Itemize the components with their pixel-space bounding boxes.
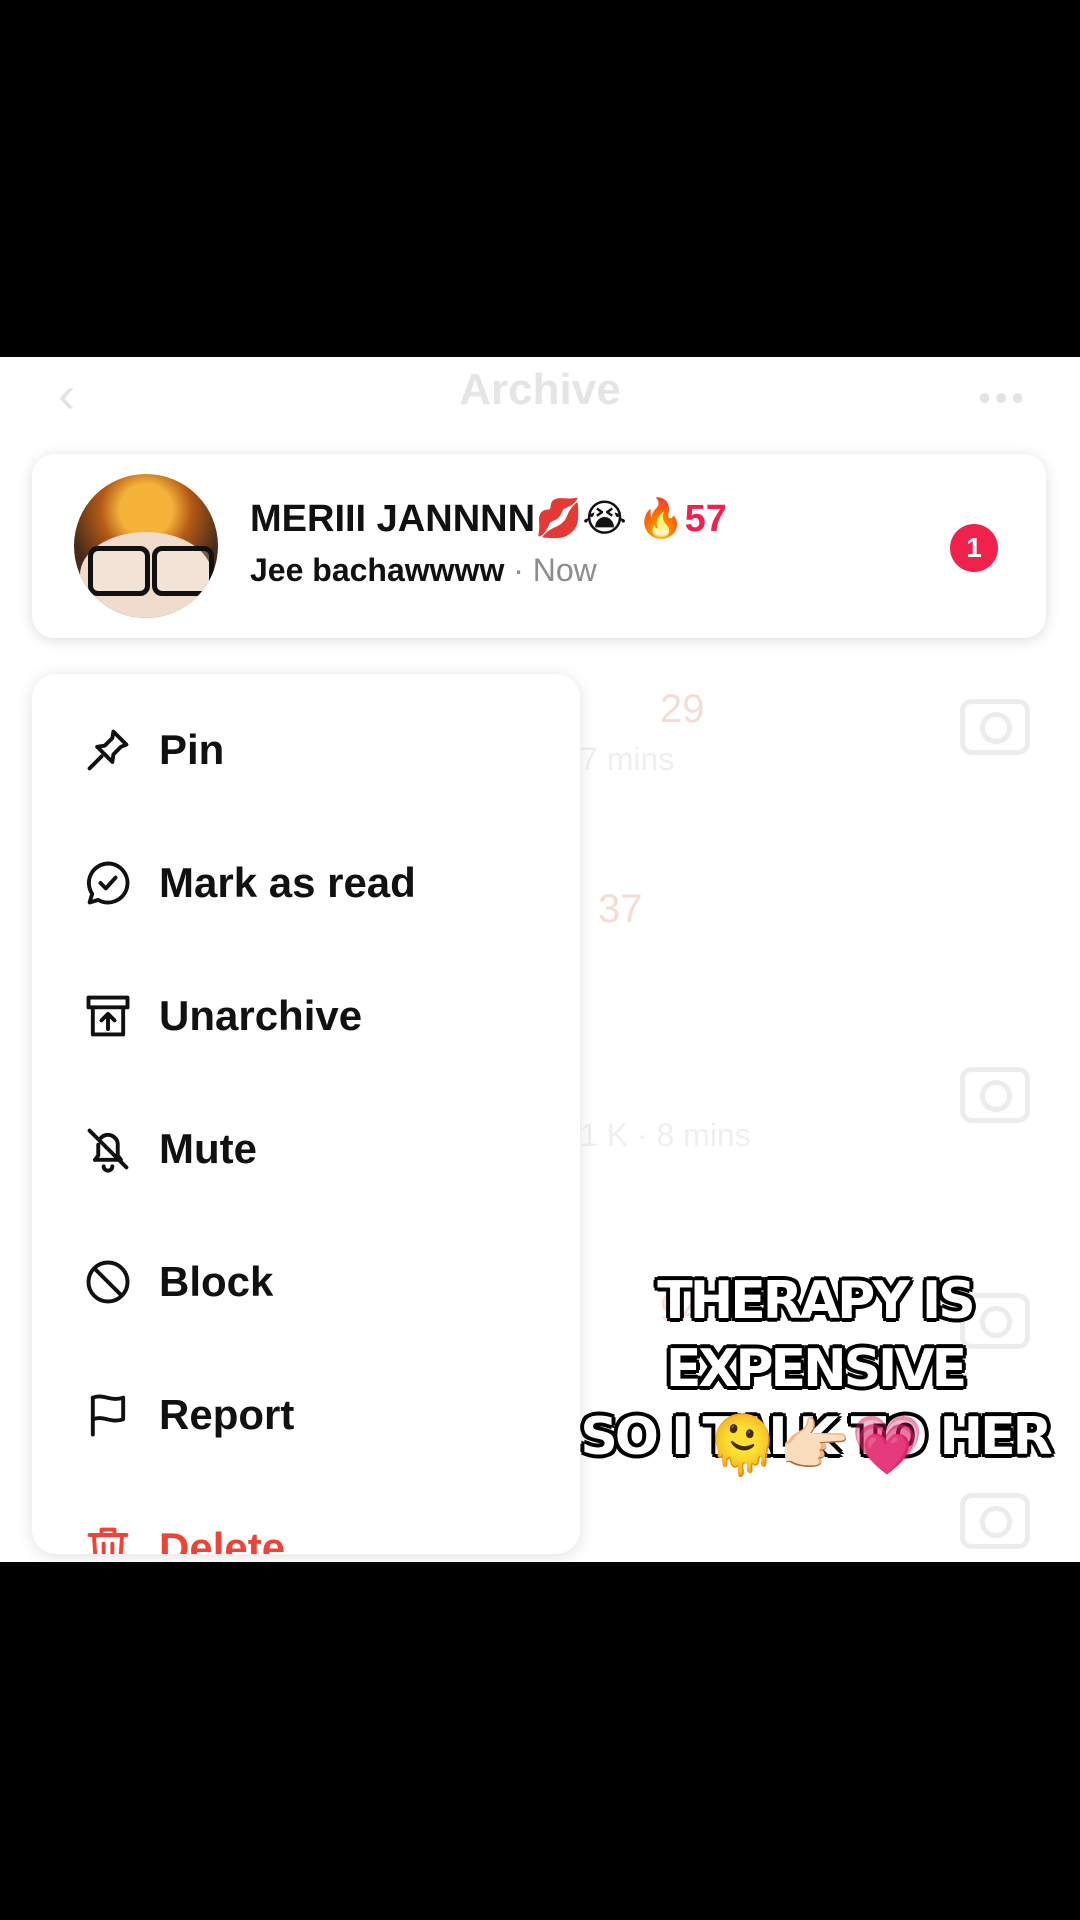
last-message: Jee bachawwww: [250, 552, 505, 588]
unarchive-icon: [86, 995, 130, 1037]
chat-name: MERIII JANNNN💋😭 🔥57: [250, 496, 727, 541]
menu-item-label: Mark as read: [159, 859, 416, 906]
caption-emojis: 🫠👉🏻💗: [706, 1413, 924, 1478]
flag-icon: [90, 1394, 126, 1437]
fire-icon: 🔥: [637, 498, 685, 540]
more-horizontal-icon[interactable]: •••: [978, 377, 1028, 419]
archive-screen: ‹ Archive ••• 29 7 mins 37 1 K · 8 mins …: [0, 357, 1080, 1562]
selected-chat-card[interactable]: MERIII JANNNN💋😭 🔥57 Jee bachawwww · Now …: [32, 454, 1046, 638]
camera-icon[interactable]: [960, 1493, 1030, 1549]
streak-count: 37: [598, 887, 643, 931]
page-title: Archive: [459, 365, 621, 414]
header: ‹ Archive •••: [0, 357, 1080, 427]
trash-icon: [87, 1527, 129, 1554]
menu-item-label: Block: [159, 1258, 274, 1305]
chat-preview: Jee bachawwww · Now: [250, 552, 597, 589]
pin-icon: [87, 729, 129, 771]
streak-count: 57: [684, 498, 727, 540]
row-time: 1 K · 8 mins: [580, 1117, 751, 1153]
block-icon: [86, 1260, 130, 1304]
menu-item-delete[interactable]: Delete: [32, 1494, 580, 1554]
menu-item-unarchive[interactable]: Unarchive: [32, 962, 580, 1072]
menu-item-label: Mute: [159, 1125, 257, 1172]
camera-icon[interactable]: [960, 699, 1030, 755]
menu-item-pin[interactable]: Pin: [32, 696, 580, 806]
context-menu: Pin Mark as read Unarchive Mute Block Re…: [32, 674, 580, 1554]
message-time: Now: [532, 552, 597, 588]
menu-item-block[interactable]: Block: [32, 1228, 580, 1338]
avatar[interactable]: [74, 474, 218, 618]
streak-count: 29: [660, 687, 705, 731]
chat-name-emojis: 💋😭: [535, 498, 627, 540]
bell-off-icon: [87, 1128, 129, 1173]
chat-name-text: MERIII JANNNN: [250, 498, 536, 540]
menu-item-mute[interactable]: Mute: [32, 1095, 580, 1205]
camera-icon[interactable]: [960, 1067, 1030, 1123]
caption-line-1: THERAPY IS EXPENSIVE: [657, 1271, 975, 1399]
mark-read-icon: [86, 861, 130, 905]
menu-item-label: Unarchive: [159, 992, 363, 1039]
glasses-right: [152, 546, 214, 596]
unread-badge: 1: [950, 524, 998, 572]
glasses-left: [88, 546, 150, 596]
separator: ·: [504, 552, 533, 588]
menu-item-report[interactable]: Report: [32, 1361, 580, 1471]
menu-item-label: Delete: [159, 1524, 286, 1554]
menu-item-mark-as-read[interactable]: Mark as read: [32, 829, 580, 939]
row-time: 7 mins: [580, 741, 675, 777]
menu-item-label: Report: [159, 1391, 295, 1438]
menu-item-label: Pin: [159, 726, 225, 773]
